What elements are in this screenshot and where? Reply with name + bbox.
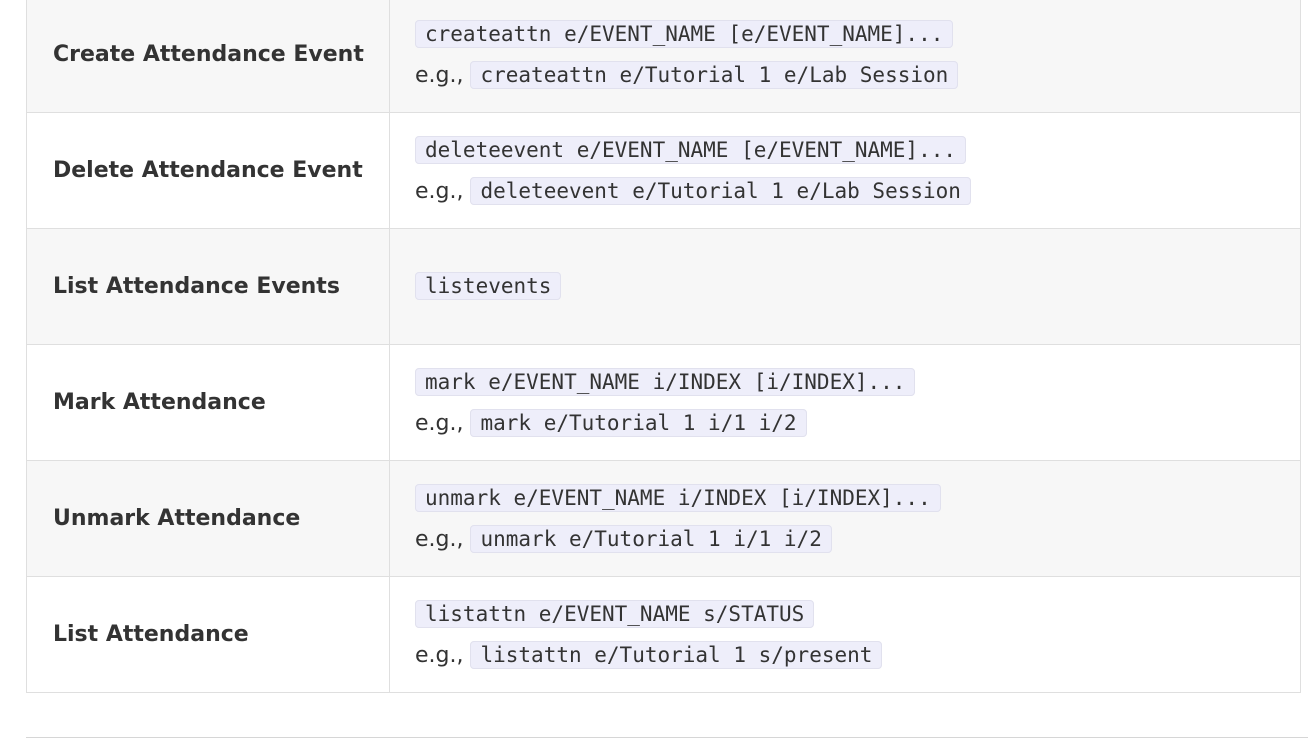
format-code: createattn e/EVENT_NAME [e/EVENT_NAME]..… <box>415 19 954 48</box>
example-code: deleteevent e/Tutorial 1 e/Lab Session <box>470 176 971 205</box>
example-code: unmark e/Tutorial 1 i/1 i/2 <box>470 524 832 553</box>
action-cell: Unmark Attendance <box>26 460 390 577</box>
format-code: listevents <box>415 272 562 300</box>
example-code: createattn e/Tutorial 1 e/Lab Session <box>470 60 959 89</box>
format-cell: listevents <box>389 228 1301 345</box>
example-line: e.g., mark e/Tutorial 1 i/1 i/2 <box>415 403 1300 444</box>
format-line: listevents <box>415 266 1300 307</box>
format-line: listattn e/EVENT_NAME s/STATUS <box>415 594 1300 635</box>
action-cell: Create Attendance Event <box>26 0 390 113</box>
example-code: listattn e/Tutorial 1 s/present <box>470 640 883 669</box>
action-cell: Mark Attendance <box>26 344 390 461</box>
example-line: e.g., unmark e/Tutorial 1 i/1 i/2 <box>415 519 1300 560</box>
example-label: e.g., <box>415 410 464 436</box>
table-row: List Attendance listattn e/EVENT_NAME s/… <box>26 576 1301 693</box>
format-cell: listattn e/EVENT_NAME s/STATUS e.g., lis… <box>389 576 1301 693</box>
table-row: Create Attendance Event createattn e/EVE… <box>26 0 1301 113</box>
command-summary-table: Create Attendance Event createattn e/EVE… <box>26 0 1301 693</box>
format-line: mark e/EVENT_NAME i/INDEX [i/INDEX]... <box>415 362 1300 403</box>
example-line: e.g., deleteevent e/Tutorial 1 e/Lab Ses… <box>415 171 1300 212</box>
format-code: mark e/EVENT_NAME i/INDEX [i/INDEX]... <box>415 367 916 396</box>
example-label: e.g., <box>415 178 464 204</box>
format-cell: unmark e/EVENT_NAME i/INDEX [i/INDEX]...… <box>389 460 1301 577</box>
example-label: e.g., <box>415 62 464 88</box>
example-line: e.g., createattn e/Tutorial 1 e/Lab Sess… <box>415 55 1300 96</box>
action-cell: List Attendance <box>26 576 390 693</box>
table-row: Delete Attendance Event deleteevent e/EV… <box>26 112 1301 229</box>
format-line: unmark e/EVENT_NAME i/INDEX [i/INDEX]... <box>415 478 1300 519</box>
example-label: e.g., <box>415 526 464 552</box>
table-row: List Attendance Events listevents <box>26 228 1301 345</box>
format-code: listattn e/EVENT_NAME s/STATUS <box>415 599 815 628</box>
format-code: unmark e/EVENT_NAME i/INDEX [i/INDEX]... <box>415 483 941 512</box>
format-cell: createattn e/EVENT_NAME [e/EVENT_NAME]..… <box>389 0 1301 113</box>
action-cell: List Attendance Events <box>26 228 390 345</box>
format-cell: mark e/EVENT_NAME i/INDEX [i/INDEX]... e… <box>389 344 1301 461</box>
format-line: deleteevent e/EVENT_NAME [e/EVENT_NAME].… <box>415 130 1300 171</box>
table-row: Mark Attendance mark e/EVENT_NAME i/INDE… <box>26 344 1301 461</box>
format-cell: deleteevent e/EVENT_NAME [e/EVENT_NAME].… <box>389 112 1301 229</box>
action-cell: Delete Attendance Event <box>26 112 390 229</box>
format-line: createattn e/EVENT_NAME [e/EVENT_NAME]..… <box>415 14 1300 55</box>
example-label: e.g., <box>415 642 464 668</box>
table-row: Unmark Attendance unmark e/EVENT_NAME i/… <box>26 460 1301 577</box>
format-code: deleteevent e/EVENT_NAME [e/EVENT_NAME].… <box>415 135 967 164</box>
example-line: e.g., listattn e/Tutorial 1 s/present <box>415 635 1300 676</box>
example-code: mark e/Tutorial 1 i/1 i/2 <box>470 408 807 437</box>
